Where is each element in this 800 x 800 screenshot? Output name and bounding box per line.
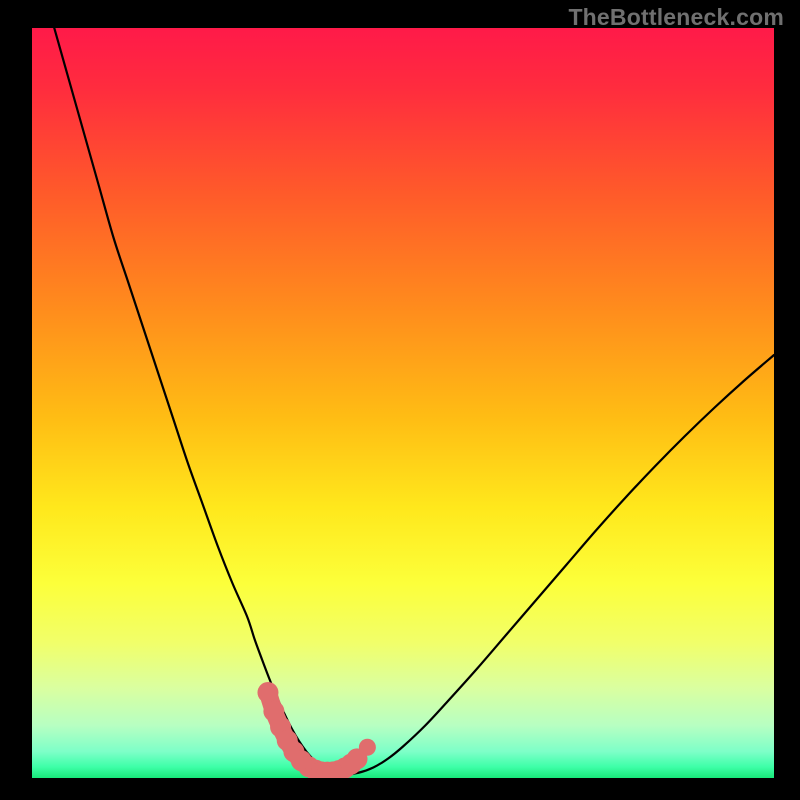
bottleneck-marker-end-dot — [359, 739, 376, 756]
chart-frame: TheBottleneck.com — [0, 0, 800, 800]
gradient-background — [32, 28, 774, 778]
watermark-text: TheBottleneck.com — [568, 4, 784, 31]
bottleneck-marker-dot — [257, 682, 278, 703]
bottleneck-chart — [0, 0, 800, 800]
